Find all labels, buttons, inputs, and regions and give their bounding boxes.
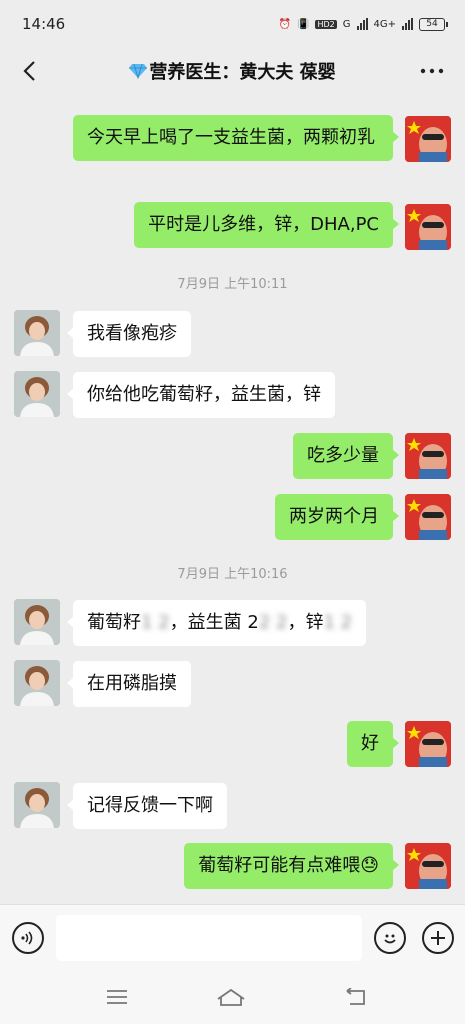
back-nav-button[interactable]: [340, 982, 370, 1012]
message-row: 平时是儿多维，锌，DHA,PC: [0, 202, 465, 252]
avatar-doctor[interactable]: [14, 782, 60, 828]
avatar-me[interactable]: [405, 843, 451, 889]
avatar-doctor-image: [14, 599, 60, 645]
message-text-part: 葡萄籽: [87, 612, 141, 633]
network-g-label: G: [342, 18, 351, 30]
signal-icon-2: [402, 18, 413, 30]
plus-icon: [431, 931, 445, 945]
more-button[interactable]: [417, 56, 447, 86]
message-text: 记得反馈一下啊: [87, 795, 213, 816]
more-dots-icon: [420, 68, 444, 74]
chevron-left-icon: [23, 61, 35, 81]
back-button[interactable]: [14, 56, 44, 86]
message-bubble-doctor[interactable]: 葡萄籽1 2，益生菌 22 2，锌1 2: [66, 600, 367, 646]
message-text-redacted: 1 2: [323, 612, 353, 633]
message-row: 吃多少量: [0, 433, 465, 483]
avatar-me[interactable]: [405, 494, 451, 540]
message-bubble-me[interactable]: 平时是儿多维，锌，DHA,PC: [134, 202, 399, 248]
home-icon: [217, 988, 245, 1006]
menu-nav-button[interactable]: [102, 982, 132, 1012]
message-text-redacted: 2 2: [258, 612, 288, 633]
message-bubble-doctor[interactable]: 你给他吃葡萄籽，益生菌，锌: [67, 372, 335, 418]
status-time: 14:46: [22, 15, 66, 33]
message-bubble-doctor[interactable]: 我看像疱疹: [67, 311, 191, 357]
message-bubble-me[interactable]: 葡萄籽可能有点难喂😓: [184, 843, 399, 889]
message-bubble-doctor[interactable]: 在用磷脂摸: [67, 661, 191, 707]
menu-icon: [107, 990, 127, 1004]
signal-icon: [356, 18, 368, 30]
emoji-icon: [384, 934, 396, 944]
avatar-doctor[interactable]: [14, 310, 60, 356]
voice-button[interactable]: [12, 922, 44, 954]
chat-area[interactable]: 今天早上喝了一支益生菌，两颗初乳 平时是儿多维，锌，DHA,PC 7月9日 上午…: [0, 94, 465, 904]
avatar-doctor-image: [14, 782, 60, 828]
message-text: 两岁两个月: [289, 506, 379, 527]
avatar-me-image: [405, 843, 451, 889]
plus-button[interactable]: [422, 922, 454, 954]
chat-title-text: 营养医生：黄大夫 葆婴: [149, 62, 336, 83]
message-row: 今天早上喝了一支益生菌，两颗初乳: [0, 114, 465, 190]
avatar-doctor-image: [14, 310, 60, 356]
avatar-me-image: [405, 721, 451, 767]
message-text-redacted: 1 2: [141, 612, 170, 633]
message-text: 葡萄籽可能有点难喂: [198, 855, 361, 876]
message-bubble-me[interactable]: 吃多少量: [293, 433, 399, 479]
time-divider: 7月9日 上午10:11: [177, 277, 288, 292]
avatar-doctor[interactable]: [14, 371, 60, 417]
gem-icon: [129, 63, 148, 79]
back-icon: [346, 988, 365, 1005]
message-input[interactable]: [56, 915, 362, 961]
network-4g-label: 4G+: [373, 18, 397, 30]
avatar-me[interactable]: [405, 116, 451, 162]
message-text: 平时是儿多维，锌，DHA,PC: [148, 214, 379, 235]
message-bubble-me[interactable]: 好: [347, 721, 399, 767]
avatar-me[interactable]: [405, 433, 451, 479]
message-row: 你给他吃葡萄籽，益生菌，锌: [0, 371, 465, 421]
status-bar: 14:46 ⏰ 📳 HD2 G 4G+ 54: [0, 0, 465, 48]
message-bubble-me[interactable]: 两岁两个月: [275, 494, 399, 540]
input-bar: [0, 904, 465, 970]
message-text: 我看像疱疹: [87, 323, 177, 344]
alarm-icon: ⏰: [278, 18, 292, 30]
voice-icon: [21, 931, 33, 945]
message-bubble-doctor[interactable]: 记得反馈一下啊: [67, 783, 227, 829]
home-nav-button[interactable]: [216, 982, 246, 1012]
avatar-me[interactable]: [405, 721, 451, 767]
message-text: 吃多少量: [307, 445, 379, 466]
message-text: 你给他吃葡萄籽，益生菌，锌: [87, 384, 321, 405]
emoji-button[interactable]: [374, 922, 406, 954]
message-row: 在用磷脂摸: [0, 660, 465, 710]
avatar-me-image: [405, 494, 451, 540]
message-row: 记得反馈一下啊: [0, 782, 465, 832]
message-bubble-me[interactable]: 今天早上喝了一支益生菌，两颗初乳: [73, 115, 399, 161]
message-row: 葡萄籽可能有点难喂😓: [0, 843, 465, 893]
message-row: 两岁两个月: [0, 494, 465, 544]
chat-title: 营养医生：黄大夫 葆婴: [129, 58, 336, 84]
avatar-me-image: [405, 433, 451, 479]
message-text-part: ，益生菌 2: [169, 612, 259, 633]
avatar-doctor-image: [14, 371, 60, 417]
sweat-emoji-icon: 😓: [360, 855, 379, 876]
message-row: 葡萄籽1 2，益生菌 22 2，锌1 2: [0, 599, 465, 649]
avatar-me-image: [405, 116, 451, 162]
battery-icon: 54: [419, 17, 448, 31]
time-divider: 7月9日 上午10:16: [177, 567, 288, 582]
message-text-part: ，锌: [287, 612, 324, 633]
status-icons: ⏰ 📳 HD2 G 4G+ 54: [278, 17, 448, 31]
avatar-doctor[interactable]: [14, 599, 60, 645]
chat-header: 营养医生：黄大夫 葆婴: [0, 48, 465, 94]
vibrate-icon: 📳: [297, 18, 310, 30]
message-text: 好: [361, 733, 379, 754]
avatar-me[interactable]: [405, 204, 451, 250]
avatar-doctor[interactable]: [14, 660, 60, 706]
message-row: 我看像疱疹: [0, 310, 465, 360]
hd-badge: HD2: [315, 19, 337, 29]
message-text: 今天早上喝了一支益生菌，两颗初乳: [87, 127, 375, 148]
avatar-doctor-image: [14, 660, 60, 706]
battery-level: 54: [426, 19, 438, 29]
message-text: 在用磷脂摸: [87, 673, 177, 694]
message-row: 好: [0, 721, 465, 771]
system-nav-bar: [0, 970, 465, 1024]
avatar-me-image: [405, 204, 451, 250]
